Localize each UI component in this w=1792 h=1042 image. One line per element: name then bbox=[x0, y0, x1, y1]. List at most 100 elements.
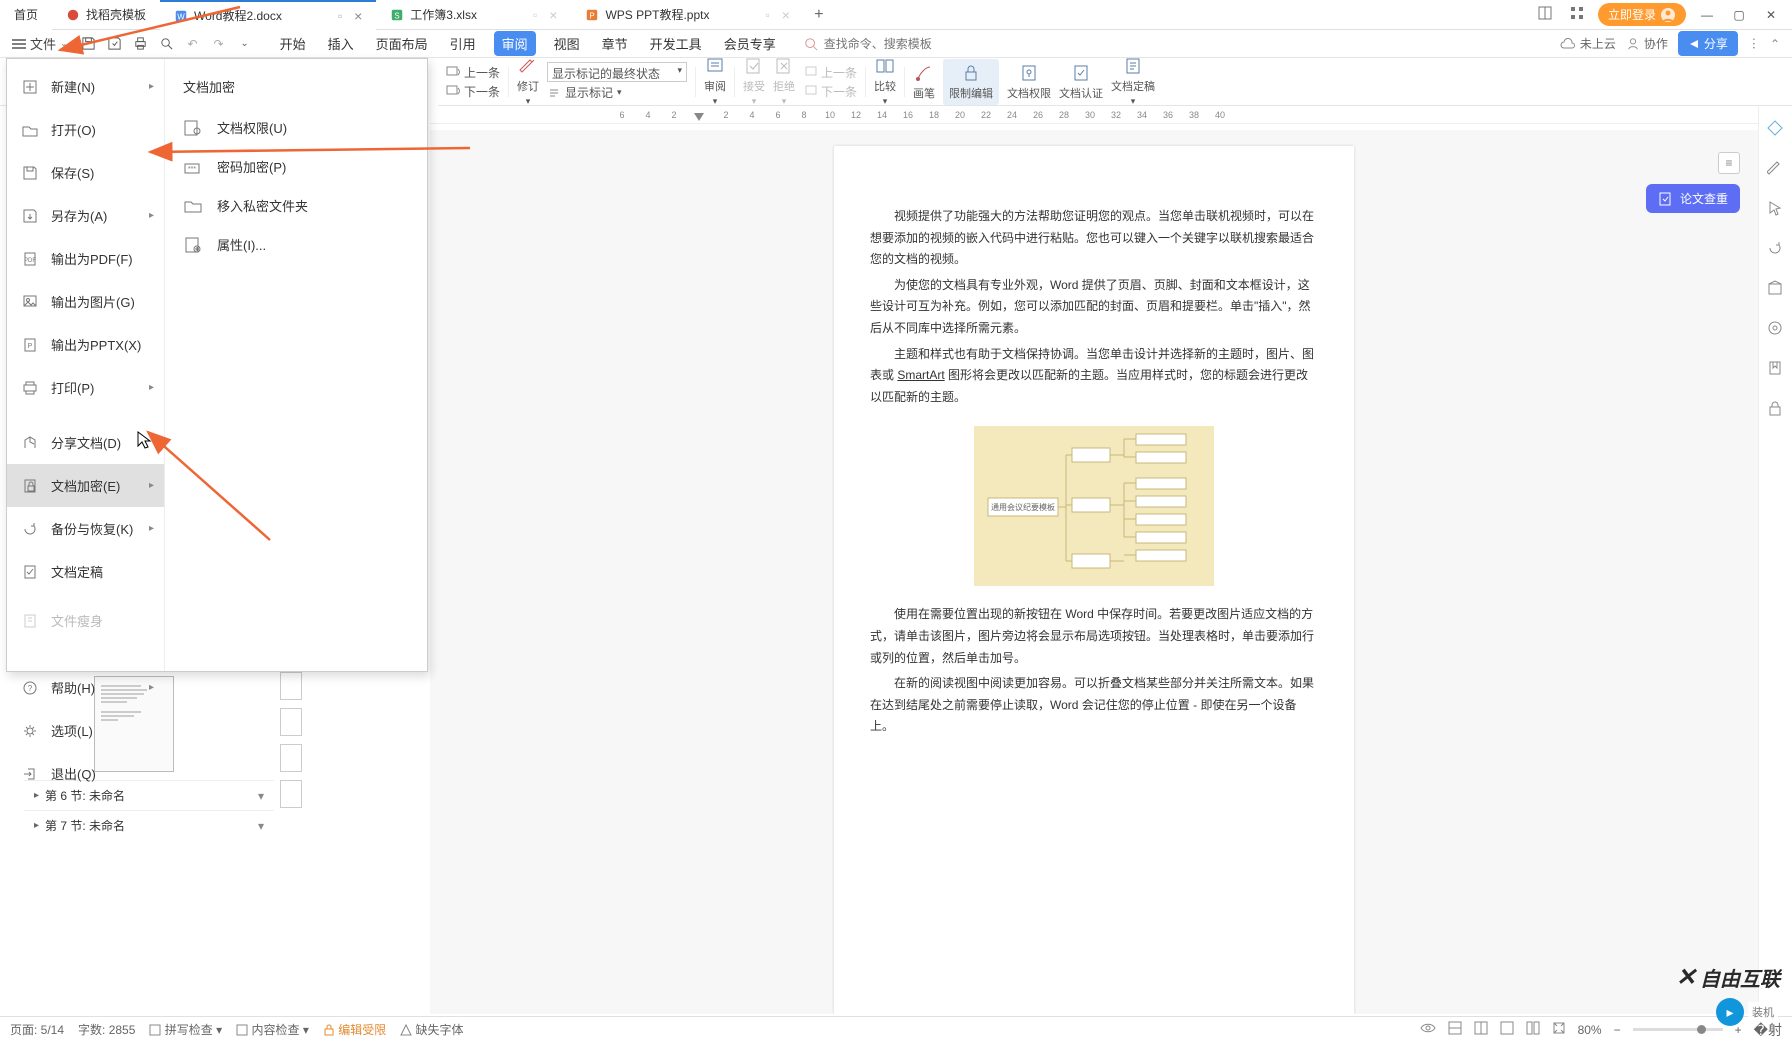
tab-add-button[interactable]: + bbox=[804, 6, 834, 24]
save-as-icon[interactable] bbox=[106, 35, 124, 53]
file-menu-item[interactable]: ?帮助(H)▸ bbox=[7, 666, 164, 709]
maximize-icon[interactable]: ▢ bbox=[1728, 8, 1750, 22]
view-mode-2-icon[interactable] bbox=[1474, 1021, 1488, 1038]
lock-icon[interactable] bbox=[1767, 400, 1785, 418]
submenu-doc-permission[interactable]: 文档权限(U) bbox=[177, 108, 415, 147]
tab-dev-tools[interactable]: 开发工具 bbox=[646, 30, 706, 57]
zoom-slider[interactable] bbox=[1633, 1028, 1723, 1031]
file-menu-item[interactable]: 备份与恢复(K)▸ bbox=[7, 507, 164, 550]
submenu-private-folder[interactable]: 移入私密文件夹 bbox=[177, 186, 415, 225]
restrict-edit-button[interactable]: 限制编辑 bbox=[943, 59, 999, 105]
coop-button[interactable]: 协作 bbox=[1626, 35, 1668, 52]
tab-member[interactable]: 会员专享 bbox=[720, 30, 780, 57]
tab-menu-icon[interactable]: ▫ bbox=[338, 9, 342, 23]
prev-comment-button[interactable]: 上一条 bbox=[446, 64, 500, 81]
document-page[interactable]: 视频提供了功能强大的方法帮助您证明您的观点。当您单击联机视频时，可以在想要添加的… bbox=[834, 146, 1354, 1014]
page-thumb[interactable] bbox=[280, 744, 302, 772]
display-state-select[interactable]: 显示标记的最终状态 ▾ bbox=[547, 62, 687, 82]
page-thumb[interactable] bbox=[280, 672, 302, 700]
status-edit-restricted[interactable]: 编辑受限 bbox=[323, 1021, 386, 1038]
status-spellcheck[interactable]: 拼写检查 ▾ bbox=[149, 1021, 222, 1038]
compare-button[interactable]: 比较▾ bbox=[874, 56, 896, 107]
login-button[interactable]: 立即登录 bbox=[1598, 3, 1686, 26]
tab-start[interactable]: 开始 bbox=[276, 30, 310, 57]
tab-menu-icon[interactable]: ▫ bbox=[765, 8, 769, 22]
submenu-properties[interactable]: 属性(I)... bbox=[177, 225, 415, 264]
nav-section-7[interactable]: ▸第 7 节: 未命名▾ bbox=[24, 810, 274, 840]
file-menu-item[interactable]: 文档加密(E)▸ bbox=[7, 464, 164, 507]
doc-auth-button[interactable]: 文档认证 bbox=[1059, 63, 1103, 101]
view-eye-icon[interactable] bbox=[1420, 1022, 1436, 1037]
file-menu-item[interactable]: 选项(L) bbox=[7, 709, 164, 752]
file-menu-item[interactable]: 新建(N)▸ bbox=[7, 65, 164, 108]
tab-review[interactable]: 审阅 bbox=[494, 31, 536, 56]
tab-home[interactable]: 首页 bbox=[0, 0, 52, 30]
review-button[interactable]: 审阅▾ bbox=[704, 56, 726, 107]
submenu-password[interactable]: ***密码加密(P) bbox=[177, 147, 415, 186]
file-menu-item[interactable]: 另存为(A)▸ bbox=[7, 194, 164, 237]
show-marks-button[interactable]: 显示标记 ▾ bbox=[547, 84, 687, 101]
next-comment-button[interactable]: 下一条 bbox=[446, 83, 500, 100]
page-thumb[interactable] bbox=[280, 708, 302, 736]
file-menu-item[interactable]: 文档定稿 bbox=[7, 550, 164, 593]
qat-dropdown-icon[interactable]: ⌄ bbox=[236, 35, 254, 53]
go-next-button[interactable]: 下一条 bbox=[803, 83, 857, 100]
tab-insert[interactable]: 插入 bbox=[324, 30, 358, 57]
file-menu-button[interactable]: 文件⌄ bbox=[6, 32, 74, 55]
print-icon[interactable] bbox=[132, 35, 150, 53]
tab-excel[interactable]: S 工作簿3.xlsx ▫ × bbox=[376, 0, 571, 30]
window-layout-icon[interactable] bbox=[1534, 6, 1556, 23]
target-icon[interactable] bbox=[1767, 320, 1785, 338]
doc-final-button[interactable]: 文档定稿▾ bbox=[1111, 56, 1155, 107]
close-icon[interactable]: × bbox=[549, 7, 557, 23]
tab-word-doc[interactable]: W Word教程2.docx ▫ × bbox=[160, 0, 376, 30]
paper-check-button[interactable]: 论文查重 bbox=[1646, 184, 1740, 213]
zoom-out-button[interactable]: − bbox=[1614, 1023, 1621, 1037]
preview-icon[interactable] bbox=[158, 35, 176, 53]
smartart-link[interactable]: SmartArt bbox=[897, 368, 944, 382]
pointer-icon[interactable] bbox=[1767, 200, 1785, 218]
apps-grid-icon[interactable] bbox=[1566, 6, 1588, 23]
undo-icon[interactable]: ↶ bbox=[184, 35, 202, 53]
command-search[interactable] bbox=[804, 37, 984, 51]
file-menu-item[interactable]: 打开(O) bbox=[7, 108, 164, 151]
view-mode-1-icon[interactable] bbox=[1448, 1021, 1462, 1038]
file-menu-item[interactable]: 文件瘦身 bbox=[7, 599, 164, 642]
status-page[interactable]: 页面: 5/14 bbox=[10, 1021, 64, 1038]
search-input[interactable] bbox=[824, 37, 984, 51]
tab-page-layout[interactable]: 页面布局 bbox=[372, 30, 432, 57]
brush-button[interactable]: 画笔 bbox=[913, 63, 935, 101]
tab-references[interactable]: 引用 bbox=[446, 30, 480, 57]
view-mode-3-icon[interactable] bbox=[1500, 1021, 1514, 1038]
tab-view[interactable]: 视图 bbox=[550, 30, 584, 57]
go-prev-button[interactable]: 上一条 bbox=[803, 64, 857, 81]
cloud-status[interactable]: 未上云 bbox=[1560, 35, 1616, 52]
file-menu-item[interactable]: 打印(P)▸ bbox=[7, 366, 164, 409]
close-icon[interactable]: × bbox=[354, 8, 362, 24]
close-window-icon[interactable]: ✕ bbox=[1760, 8, 1782, 22]
refresh-icon[interactable] bbox=[1767, 240, 1785, 258]
share-button[interactable]: 分享 bbox=[1678, 31, 1738, 56]
minimize-icon[interactable]: — bbox=[1696, 8, 1718, 22]
tab-templates[interactable]: 找稻壳模板 bbox=[52, 0, 160, 30]
tab-menu-icon[interactable]: ▫ bbox=[533, 8, 537, 22]
zoom-fit-icon[interactable] bbox=[1552, 1021, 1566, 1038]
box-icon[interactable] bbox=[1767, 280, 1785, 298]
page-thumb[interactable] bbox=[280, 780, 302, 808]
bookmark-icon[interactable] bbox=[1767, 360, 1785, 378]
view-mode-4-icon[interactable] bbox=[1526, 1021, 1540, 1038]
status-missing-fonts[interactable]: 缺失字体 bbox=[400, 1021, 463, 1038]
status-content-check[interactable]: 内容检查 ▾ bbox=[236, 1021, 309, 1038]
tab-chapter[interactable]: 章节 bbox=[598, 30, 632, 57]
file-menu-item[interactable]: P输出为PPTX(X) bbox=[7, 323, 164, 366]
zoom-value[interactable]: 80% bbox=[1578, 1023, 1602, 1037]
file-menu-item[interactable]: 退出(Q) bbox=[7, 752, 164, 795]
collapse-panel-icon[interactable]: ≡ bbox=[1718, 152, 1740, 174]
file-menu-item[interactable]: 输出为图片(G) bbox=[7, 280, 164, 323]
pencil-icon[interactable] bbox=[1767, 160, 1785, 178]
doc-permission-button[interactable]: 文档权限 bbox=[1007, 63, 1051, 101]
accept-button[interactable]: 接受▾ bbox=[743, 56, 765, 107]
diamond-icon[interactable] bbox=[1767, 120, 1785, 138]
file-menu-item[interactable]: 保存(S) bbox=[7, 151, 164, 194]
reject-button[interactable]: 拒绝▾ bbox=[773, 56, 795, 107]
